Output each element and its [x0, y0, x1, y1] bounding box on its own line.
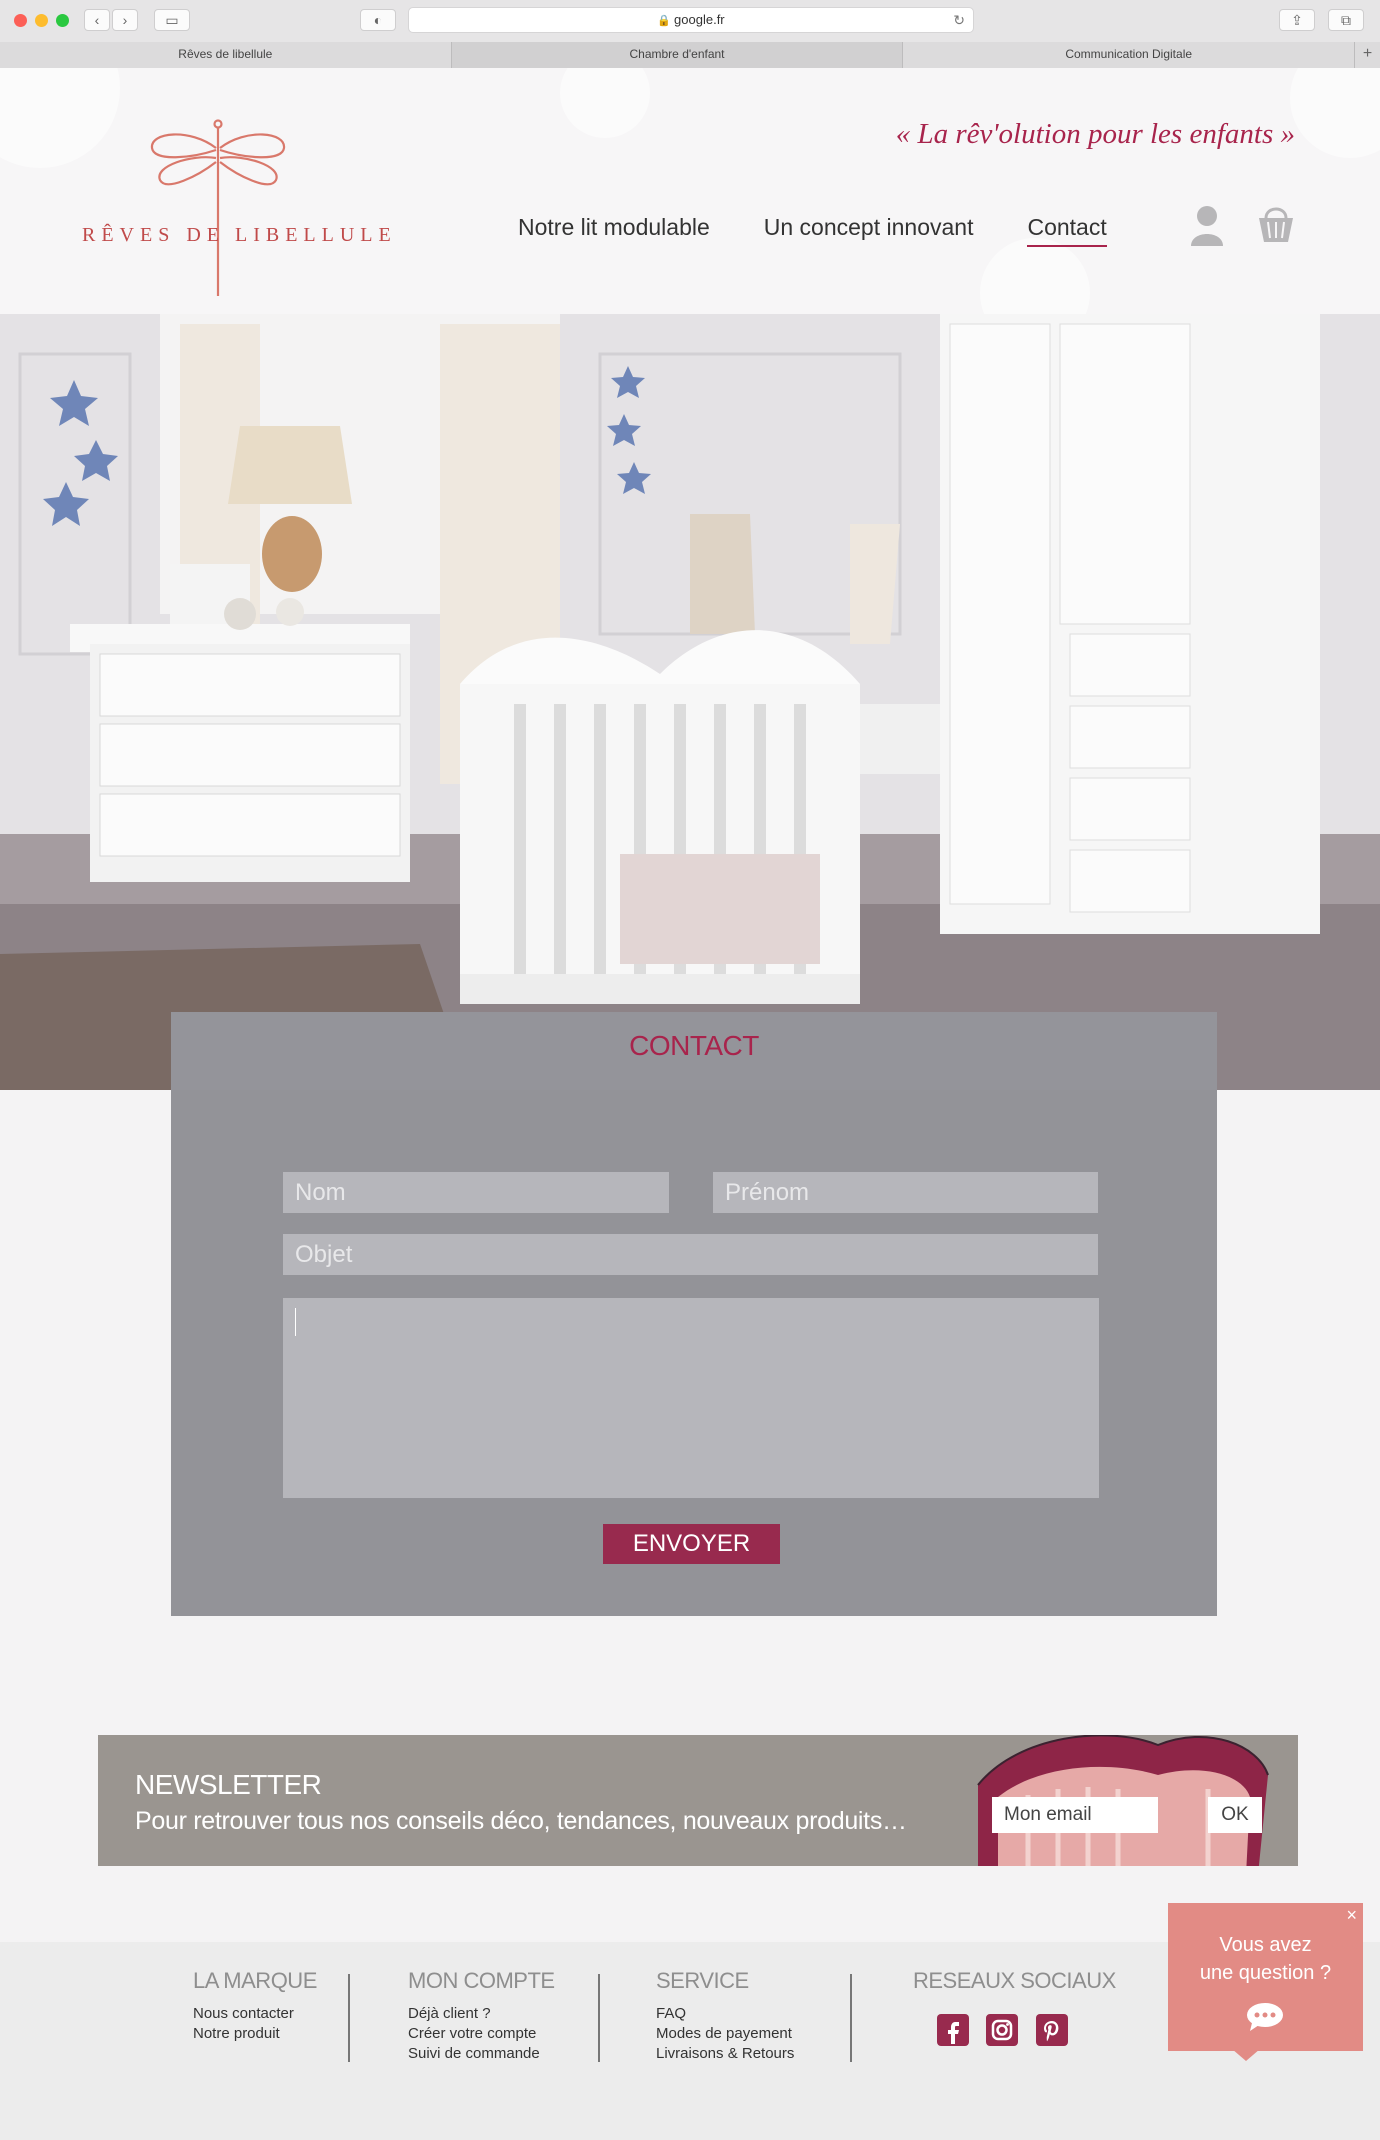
tab-bar: Rêves de libellule Chambre d'enfant Comm…	[0, 42, 1380, 68]
shopping-bag-icon[interactable]	[1257, 204, 1295, 244]
privacy-report-button[interactable]: ◐	[360, 9, 396, 31]
tab-communication-digitale[interactable]: Communication Digitale	[902, 42, 1355, 68]
chat-widget-tail	[1232, 2049, 1260, 2061]
text-caret	[295, 1308, 296, 1336]
back-button[interactable]: ‹	[84, 9, 110, 31]
chat-widget[interactable]: × Vous avez une question ?	[1168, 1903, 1363, 2051]
footer-divider	[598, 1974, 600, 2062]
logo-word-1: RÊVES DE	[82, 224, 225, 246]
contact-title: CONTACT	[629, 1030, 759, 1061]
nursery-illustration	[0, 314, 1380, 1090]
footer-col-mon-compte: MON COMPTE Déjà client ? Créer votre com…	[408, 1968, 555, 2064]
user-icon[interactable]	[1190, 204, 1224, 246]
newsletter-email-input[interactable]	[992, 1797, 1158, 1833]
footer-link-modes-payement[interactable]: Modes de payement	[656, 2024, 794, 2044]
new-tab-button[interactable]: +	[1354, 42, 1380, 68]
address-bar[interactable]: 🔒 google.fr ↻	[408, 7, 974, 33]
prenom-input[interactable]	[713, 1172, 1098, 1213]
bokeh-decoration	[560, 68, 650, 138]
nav-un-concept-innovant[interactable]: Un concept innovant	[764, 214, 974, 247]
shield-icon: ◐	[373, 12, 383, 28]
contact-header-band: CONTACT	[171, 1012, 1217, 1090]
close-icon[interactable]: ×	[1346, 1905, 1357, 1926]
site-tagline: « La rêv'olution pour les enfants »	[895, 118, 1295, 150]
objet-input[interactable]	[283, 1234, 1098, 1275]
browser-chrome: ‹ › ▭ ◐ 🔒 google.fr ↻ ⇪ ⧉ Rêves de libell…	[0, 0, 1380, 68]
address-url: google.fr	[674, 12, 725, 27]
nom-input[interactable]	[283, 1172, 669, 1213]
footer-col-reseaux-sociaux: RESEAUX SOCIAUX	[913, 1968, 1116, 2004]
send-button[interactable]: ENVOYER	[603, 1524, 780, 1564]
pinterest-icon[interactable]	[1036, 2014, 1068, 2046]
share-button[interactable]: ⇪	[1279, 9, 1315, 31]
footer-link-notre-produit[interactable]: Notre produit	[193, 2024, 317, 2044]
footer-divider	[850, 1974, 852, 2062]
share-icon: ⇪	[1291, 12, 1303, 28]
logo-word-2: LIBELLULE	[235, 224, 397, 246]
site-header: RÊVES DE LIBELLULE « La rêv'olution pour…	[0, 68, 1380, 314]
sidebar-toggle-button[interactable]: ▭	[154, 9, 190, 31]
chevron-left-icon: ‹	[94, 12, 100, 28]
message-textarea[interactable]	[283, 1298, 1099, 1498]
nav-notre-lit-modulable[interactable]: Notre lit modulable	[518, 214, 710, 247]
footer-link-nous-contacter[interactable]: Nous contacter	[193, 2004, 317, 2024]
footer-heading: SERVICE	[656, 1968, 749, 1993]
minimize-window-button[interactable]	[35, 14, 48, 27]
lock-icon: 🔒	[657, 15, 672, 27]
nav-contact[interactable]: Contact	[1027, 214, 1107, 247]
newsletter-subtitle: Pour retrouver tous nos conseils déco, t…	[135, 1807, 907, 1835]
chat-line-2: une question ?	[1199, 1962, 1332, 1984]
tabs-overview-button[interactable]: ⧉	[1328, 9, 1364, 31]
footer-heading: RESEAUX SOCIAUX	[913, 1968, 1116, 1993]
footer-link-creer-compte[interactable]: Créer votre compte	[408, 2024, 555, 2044]
bokeh-decoration	[1290, 68, 1380, 158]
tab-chambre-enfant[interactable]: Chambre d'enfant	[450, 42, 903, 68]
instagram-icon[interactable]	[986, 2014, 1018, 2046]
site-logo[interactable]: RÊVES DE LIBELLULE	[80, 118, 391, 298]
newsletter-banner: NEWSLETTER Pour retrouver tous nos conse…	[98, 1735, 1298, 1866]
footer-link-faq[interactable]: FAQ	[656, 2004, 794, 2024]
chevron-right-icon: ›	[122, 12, 128, 28]
bokeh-decoration	[980, 238, 1090, 314]
footer-link-suivi-commande[interactable]: Suivi de commande	[408, 2044, 555, 2064]
forward-button[interactable]: ›	[112, 9, 138, 31]
tabs-icon: ⧉	[1341, 12, 1351, 28]
chat-bubble-icon	[1247, 2003, 1283, 2031]
footer-link-livraisons-retours[interactable]: Livraisons & Retours	[656, 2044, 794, 2064]
hero-image	[0, 314, 1380, 1090]
sidebar-icon: ▭	[165, 12, 179, 28]
footer-heading: MON COMPTE	[408, 1968, 555, 1993]
dragonfly-icon	[150, 119, 286, 296]
footer-divider	[348, 1974, 350, 2062]
facebook-icon[interactable]	[937, 2014, 969, 2046]
footer-col-service: SERVICE FAQ Modes de payement Livraisons…	[656, 1968, 794, 2064]
newsletter-title: NEWSLETTER	[135, 1769, 322, 1800]
footer-link-deja-client[interactable]: Déjà client ?	[408, 2004, 555, 2024]
main-nav: Notre lit modulable Un concept innovant …	[518, 214, 1161, 247]
chat-prompt: Vous avez une question ?	[1168, 1931, 1363, 1987]
footer-col-la-marque: LA MARQUE Nous contacter Notre produit	[193, 1968, 317, 2044]
tab-reves-de-libellule[interactable]: Rêves de libellule	[0, 42, 451, 68]
footer-heading: LA MARQUE	[193, 1968, 317, 1993]
reload-icon[interactable]: ↻	[953, 8, 965, 32]
newsletter-ok-button[interactable]: OK	[1208, 1797, 1262, 1833]
zoom-window-button[interactable]	[56, 14, 69, 27]
chat-line-1: Vous avez	[1219, 1934, 1312, 1956]
browser-toolbar: ‹ › ▭ ◐ 🔒 google.fr ↻ ⇪ ⧉	[0, 0, 1380, 42]
close-window-button[interactable]	[14, 14, 27, 27]
